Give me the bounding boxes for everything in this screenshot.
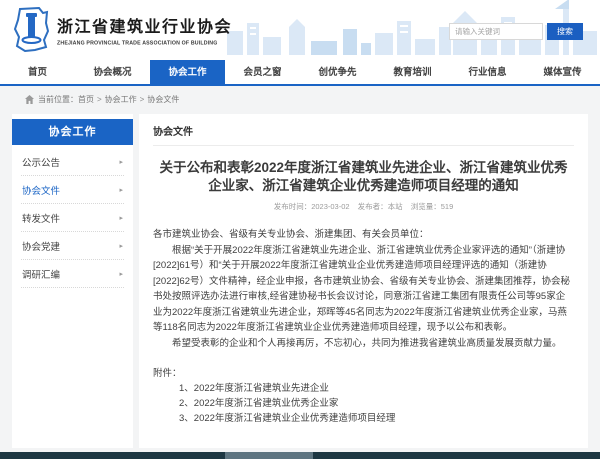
main-nav: 首页 协会概况 协会工作 会员之窗 创优争先 教育培训 行业信息 媒体宣传 xyxy=(0,60,600,86)
breadcrumb: 当前位置： 首页 > 协会工作 > 协会文件 xyxy=(0,86,600,112)
site-title: 浙江省建筑业行业协会 xyxy=(57,18,253,38)
sidebar-item-party-building[interactable]: 协会党建 ▸ xyxy=(21,232,124,260)
attachments-section: 附件： 1、2022年度浙江省建筑业先进企业 2、2022年度浙江省建筑业优秀企… xyxy=(153,366,574,426)
breadcrumb-home[interactable]: 首页 xyxy=(78,94,94,105)
sidebar: 协会工作 公示公告 ▸ 协会文件 ▸ 转发文件 ▸ 协会党建 ▸ 调研汇编 ▸ xyxy=(12,114,133,448)
sidebar-item-label: 公示公告 xyxy=(22,155,60,169)
sidebar-item-association-files[interactable]: 协会文件 ▸ xyxy=(21,176,124,204)
attachment-link-1[interactable]: 1、2022年度浙江省建筑业先进企业 xyxy=(179,381,574,396)
article-meta: 发布时间：2023-03-02 发布者：本站 浏览量：519 xyxy=(153,201,574,212)
nav-item-about[interactable]: 协会概况 xyxy=(75,60,150,84)
association-logo-icon xyxy=(13,7,50,57)
paragraph-closing: 希望受表彰的企业和个人再接再厉，不忘初心，共同为推进我省建筑业高质量发展贡献力量… xyxy=(153,336,574,352)
home-icon xyxy=(25,95,34,104)
chevron-right-icon: ▸ xyxy=(119,214,123,222)
chevron-right-icon: ▸ xyxy=(119,270,123,278)
sidebar-item-forwarded-files[interactable]: 转发文件 ▸ xyxy=(21,204,124,232)
section-title: 协会文件 xyxy=(153,123,574,146)
view-count: 浏览量：519 xyxy=(411,202,454,211)
breadcrumb-separator: > xyxy=(140,95,145,104)
sidebar-item-label: 调研汇编 xyxy=(22,267,60,281)
search-bar: 搜索 xyxy=(449,23,583,40)
sidebar-item-public-notices[interactable]: 公示公告 ▸ xyxy=(21,148,124,176)
sidebar-item-research-compilation[interactable]: 调研汇编 ▸ xyxy=(21,260,124,288)
sidebar-title: 协会工作 xyxy=(12,119,133,145)
chevron-right-icon: ▸ xyxy=(119,186,123,194)
breadcrumb-prefix: 当前位置： xyxy=(38,94,78,105)
sidebar-item-label: 协会党建 xyxy=(22,239,60,253)
attachment-link-3[interactable]: 3、2022年度浙江省建筑业企业优秀建造师项目经理 xyxy=(179,411,574,426)
main-area: 协会工作 公示公告 ▸ 协会文件 ▸ 转发文件 ▸ 协会党建 ▸ 调研汇编 ▸ xyxy=(0,112,600,448)
nav-item-industry-info[interactable]: 行业信息 xyxy=(450,60,525,84)
nav-item-media[interactable]: 媒体宣传 xyxy=(525,60,600,84)
publish-time: 发布时间：2023-03-02 xyxy=(274,202,350,211)
sidebar-item-label: 协会文件 xyxy=(22,183,60,197)
footer-bar xyxy=(0,452,600,459)
chevron-right-icon: ▸ xyxy=(119,242,123,250)
attachment-link-2[interactable]: 2、2022年度浙江省建筑业优秀企业家 xyxy=(179,396,574,411)
search-button[interactable]: 搜索 xyxy=(547,23,583,40)
nav-item-members[interactable]: 会员之窗 xyxy=(225,60,300,84)
chevron-right-icon: ▸ xyxy=(119,158,123,166)
nav-item-excellence[interactable]: 创优争先 xyxy=(300,60,375,84)
article-body: 各市建筑业协会、省级有关专业协会、浙建集团、有关会员单位： 根据“关于开展202… xyxy=(153,227,574,351)
article-title: 关于公布和表彰2022年度浙江省建筑业先进企业、浙江省建筑业优秀企业家、浙江省建… xyxy=(157,159,570,194)
nav-item-education[interactable]: 教育培训 xyxy=(375,60,450,84)
article-panel: 协会文件 关于公布和表彰2022年度浙江省建筑业先进企业、浙江省建筑业优秀企业家… xyxy=(139,114,588,448)
paragraph-salutation: 各市建筑业协会、省级有关专业协会、浙建集团、有关会员单位： xyxy=(153,227,574,243)
nav-item-home[interactable]: 首页 xyxy=(0,60,75,84)
paragraph-main: 根据“关于开展2022年度浙江省建筑业先进企业、浙江省建筑业优秀企业家评选的通知… xyxy=(153,243,574,336)
footer-bar-segment xyxy=(225,452,313,459)
search-input[interactable] xyxy=(449,23,543,40)
breadcrumb-association-work[interactable]: 协会工作 xyxy=(105,94,137,105)
attachments-label: 附件： xyxy=(153,366,574,381)
breadcrumb-separator: > xyxy=(97,95,102,104)
publisher: 发布者：本站 xyxy=(358,202,403,211)
sidebar-item-label: 转发文件 xyxy=(22,211,60,225)
site-subtitle: ZHEJIANG PROVINCIAL TRADE ASSOCIATION OF… xyxy=(57,40,218,46)
logo[interactable]: 浙江省建筑业行业协会 ZHEJIANG PROVINCIAL TRADE ASS… xyxy=(13,7,253,57)
breadcrumb-association-files[interactable]: 协会文件 xyxy=(147,94,179,105)
nav-item-association-work[interactable]: 协会工作 xyxy=(150,60,225,84)
site-header: 浙江省建筑业行业协会 ZHEJIANG PROVINCIAL TRADE ASS… xyxy=(0,0,600,60)
